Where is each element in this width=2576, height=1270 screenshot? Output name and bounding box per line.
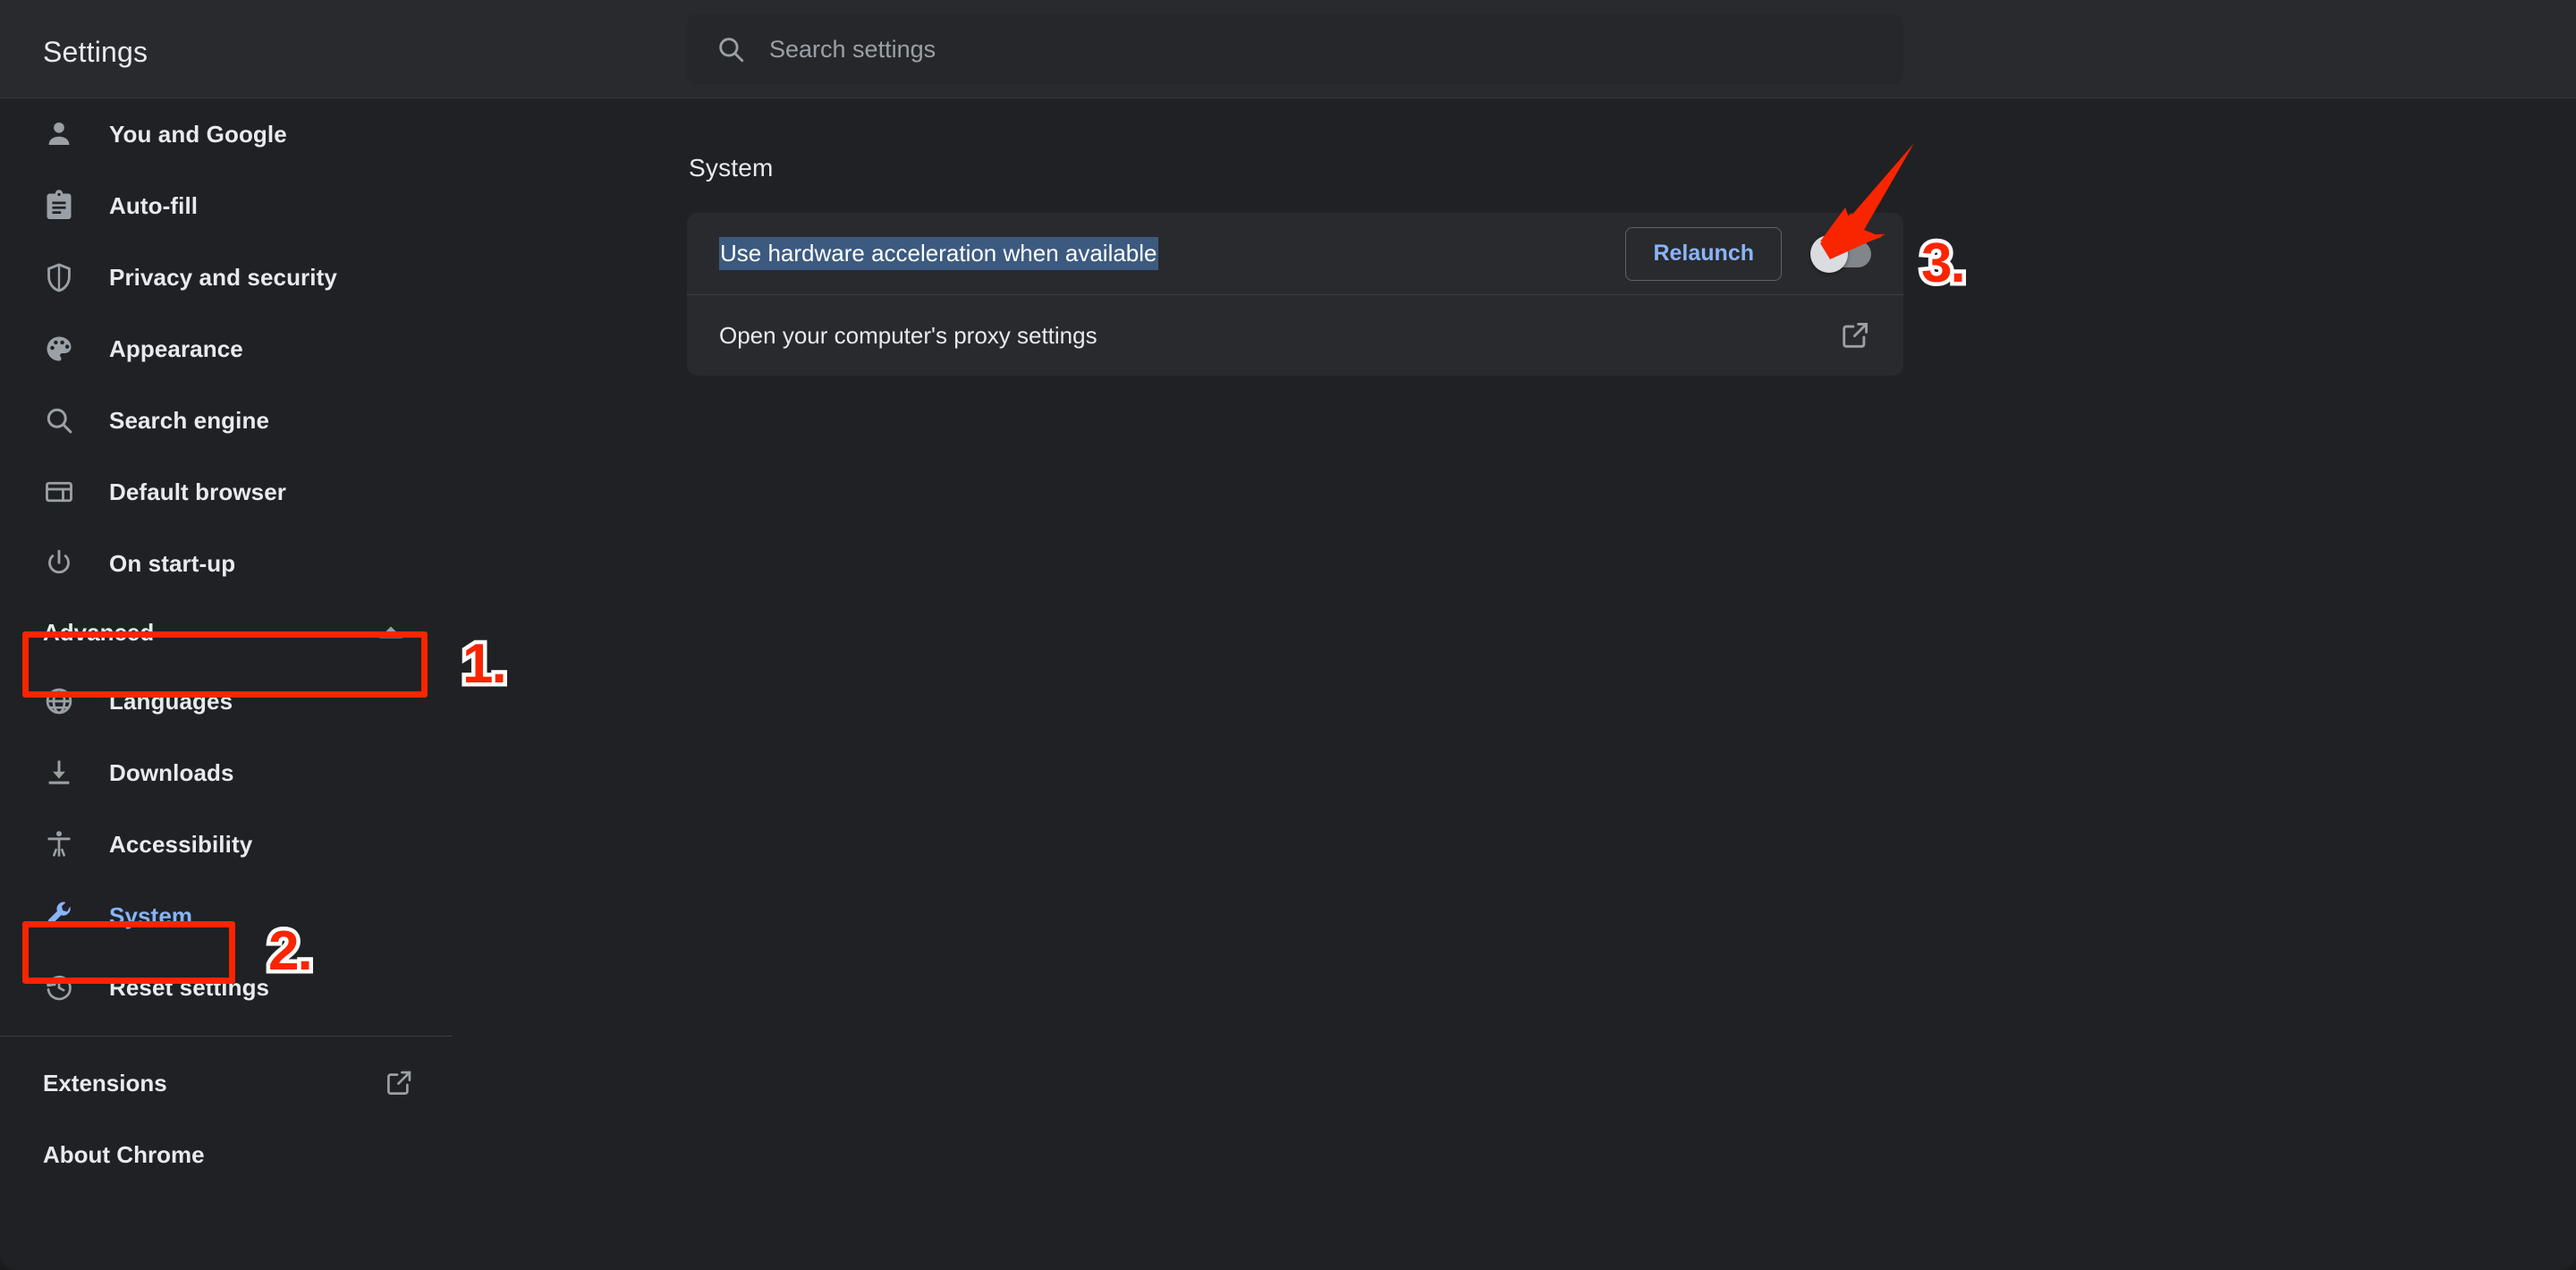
external-link-icon[interactable] — [1839, 319, 1871, 351]
hardware-acceleration-label: Use hardware acceleration when available — [719, 237, 1158, 270]
sidebar-item-label: Languages — [109, 687, 233, 715]
search-icon — [39, 401, 79, 440]
browser-window-icon — [39, 472, 79, 512]
page-title: Settings — [43, 36, 148, 68]
section-title: System — [689, 154, 774, 182]
sidebar-item-reset-settings[interactable]: Reset settings — [0, 952, 452, 1023]
settings-window: Settings You and Google Auto-fill — [0, 0, 2576, 1270]
person-icon — [39, 114, 79, 154]
hardware-acceleration-toggle[interactable] — [1810, 234, 1871, 273]
sidebar-item-privacy-and-security[interactable]: Privacy and security — [0, 241, 452, 313]
sidebar-item-extensions[interactable]: Extensions — [0, 1047, 452, 1119]
sidebar-item-label: Reset settings — [109, 973, 270, 1001]
advanced-label: Advanced — [43, 618, 155, 646]
palette-icon — [39, 329, 79, 368]
relaunch-button[interactable]: Relaunch — [1625, 226, 1782, 281]
advanced-section-header[interactable]: Advanced — [18, 599, 429, 665]
sidebar-item-on-start-up[interactable]: On start-up — [0, 528, 452, 599]
sidebar-item-auto-fill[interactable]: Auto-fill — [0, 170, 452, 241]
search-icon — [716, 34, 746, 64]
search-settings-bar[interactable] — [687, 14, 1903, 84]
sidebar-divider — [0, 1036, 452, 1037]
power-icon — [39, 544, 79, 583]
sidebar-item-appearance[interactable]: Appearance — [0, 313, 452, 385]
accessibility-icon — [39, 825, 79, 864]
sidebar-item-label: Extensions — [43, 1069, 167, 1096]
sidebar-item-label: Downloads — [109, 758, 234, 786]
sidebar-item-languages[interactable]: Languages — [0, 665, 452, 737]
annotation-step-1: 1. — [459, 632, 512, 696]
chevron-up-icon — [379, 626, 402, 639]
sidebar-item-label: About Chrome — [43, 1140, 205, 1168]
sidebar-item-label: Default browser — [109, 478, 286, 505]
shield-icon — [39, 258, 79, 297]
download-icon — [39, 753, 79, 792]
clipboard-icon — [39, 186, 79, 225]
sidebar-item-search-engine[interactable]: Search engine — [0, 385, 452, 456]
history-restore-icon — [39, 968, 79, 1007]
settings-header: Settings — [0, 0, 2576, 98]
sidebar-item-about-chrome[interactable]: About Chrome — [0, 1119, 452, 1190]
sidebar-item-you-and-google[interactable]: You and Google — [0, 98, 452, 170]
system-settings-card: Use hardware acceleration when available… — [687, 213, 1903, 376]
sidebar-item-label: Search engine — [109, 406, 270, 434]
sidebar-item-label: On start-up — [109, 549, 236, 577]
sidebar-item-downloads[interactable]: Downloads — [0, 737, 452, 809]
proxy-settings-label: Open your computer's proxy settings — [719, 321, 1097, 349]
sidebar-item-label: Appearance — [109, 334, 243, 362]
wrench-icon — [39, 896, 79, 936]
sidebar-item-label: Privacy and security — [109, 263, 337, 291]
globe-icon — [39, 682, 79, 721]
sidebar-item-accessibility[interactable]: Accessibility — [0, 809, 452, 880]
sidebar-item-label: System — [109, 902, 193, 929]
row-hardware-acceleration: Use hardware acceleration when available… — [687, 213, 1903, 294]
search-input[interactable] — [769, 35, 1882, 64]
sidebar-item-default-browser[interactable]: Default browser — [0, 456, 452, 528]
sidebar-item-label: Accessibility — [109, 830, 253, 858]
settings-main: System Use hardware acceleration when av… — [687, 98, 1957, 376]
toggle-knob — [1810, 234, 1848, 273]
sidebar-item-label: Auto-fill — [109, 191, 199, 219]
settings-sidebar: You and Google Auto-fill Privacy and sec… — [0, 98, 452, 1270]
external-link-icon — [384, 1068, 414, 1098]
row-proxy-settings[interactable]: Open your computer's proxy settings — [687, 294, 1903, 376]
sidebar-item-system[interactable]: System — [0, 880, 452, 952]
sidebar-item-label: You and Google — [109, 120, 287, 148]
